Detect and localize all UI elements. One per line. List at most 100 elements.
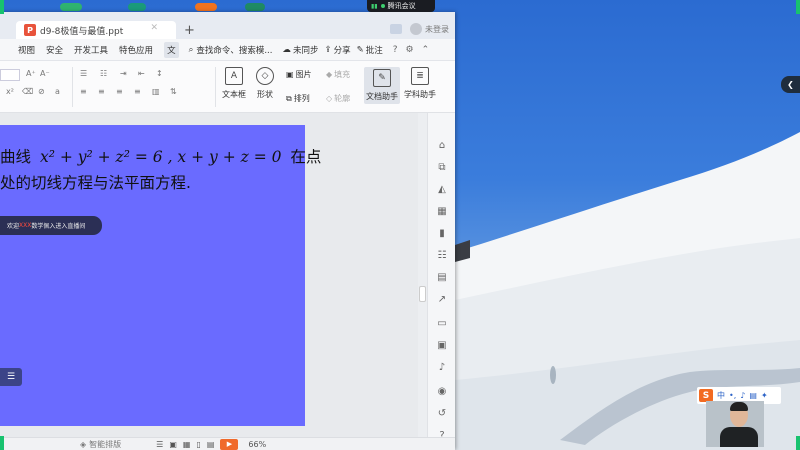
slide-canvas[interactable]: 曲线 x² + y² + z² = 6 , x + y + z = 0 在点 处…	[0, 125, 321, 426]
outline-label: 轮廓	[334, 94, 351, 103]
textbox-icon: A	[225, 67, 243, 85]
new-tab-button[interactable]: +	[184, 23, 195, 38]
page-badge-icon[interactable]	[390, 24, 402, 34]
indent-icon[interactable]: ⇥	[120, 69, 127, 78]
ime-mode[interactable]: 中	[717, 390, 725, 401]
effects-icon[interactable]: ⊘	[38, 87, 45, 96]
recording-dot-icon	[380, 4, 385, 8]
sorter-view-icon[interactable]: ▦	[183, 440, 191, 449]
document-tab[interactable]: P d9-8极值与最值.ppt ✕	[16, 21, 176, 39]
sliders-icon[interactable]: ☷	[436, 249, 448, 261]
align-right-icon[interactable]: ≡	[116, 87, 123, 96]
comment-label: 批注	[365, 45, 383, 56]
scrollbar-thumb[interactable]	[419, 286, 426, 302]
picture-panel-icon[interactable]: ▣	[436, 339, 448, 351]
menu-item-security[interactable]: 安全	[46, 44, 63, 56]
textbox-button[interactable]: A 文本框	[222, 67, 246, 100]
fill-button[interactable]: ◆ 填充	[326, 69, 350, 80]
outline-button[interactable]: ◇ 轮廓	[326, 93, 350, 104]
picture-button[interactable]: ▣ 图片	[286, 69, 312, 80]
align-center-icon[interactable]: ≡	[98, 87, 105, 96]
numbered-list-icon[interactable]: ☷	[100, 69, 107, 78]
ribbon-divider	[72, 67, 73, 107]
vertical-scrollbar[interactable]	[418, 113, 427, 450]
audio-icon[interactable]: ♪	[436, 361, 448, 373]
slide-line1-suffix: 在点	[290, 148, 322, 166]
copy-icon[interactable]: ⧉	[436, 161, 448, 173]
skin-icon[interactable]: ✦	[761, 391, 768, 400]
comment-button[interactable]: ✎ 批注	[357, 44, 383, 56]
collapse-ribbon-icon[interactable]: ⌃	[422, 45, 430, 55]
help-icon[interactable]: ?	[393, 45, 398, 55]
columns-icon[interactable]: ▥	[152, 87, 160, 96]
avatar	[410, 23, 422, 35]
taskbar-icon[interactable]	[195, 3, 217, 11]
cloud-icon: ☁	[282, 44, 291, 55]
font-size-field[interactable]	[0, 69, 20, 81]
share-icon: ⇪	[324, 44, 332, 55]
subject-assistant-button[interactable]: ≣ 学科助手	[404, 67, 436, 100]
line-spacing-icon[interactable]: ↕	[156, 69, 163, 78]
microphone-icon[interactable]: ♪	[740, 391, 745, 400]
animation-icon[interactable]: ◉	[436, 385, 448, 397]
menu-item-partial[interactable]: 文	[164, 41, 179, 58]
tab-close-icon[interactable]: ✕	[150, 23, 158, 33]
comment-icon: ✎	[356, 44, 364, 55]
shape-label: 形状	[257, 90, 273, 99]
keyboard-icon[interactable]: ▤	[749, 391, 757, 400]
live-welcome-name: XXX	[19, 222, 32, 229]
history-icon[interactable]: ↺	[436, 407, 448, 419]
smart-layout-button[interactable]: ◈ 智能排版	[80, 439, 121, 450]
share-button[interactable]: ⇪ 分享	[324, 44, 350, 56]
panel-collapse-button[interactable]: ❮	[781, 76, 800, 93]
font-grow-icon[interactable]: A⁺	[26, 69, 36, 78]
menu-item-developer[interactable]: 开发工具	[74, 44, 108, 56]
subject-assistant-icon: ≣	[411, 67, 429, 85]
justify-icon[interactable]: ≡	[134, 87, 141, 96]
play-slideshow-button[interactable]: ▶	[220, 438, 239, 450]
shape-button[interactable]: ◇ 形状	[256, 67, 274, 100]
bullet-list-icon[interactable]: ☰	[80, 69, 87, 78]
text-format-icon[interactable]: x²	[6, 87, 14, 96]
doc-assistant-button[interactable]: ✎ 文档助手	[364, 67, 400, 104]
notes-icon[interactable]: ☰	[156, 440, 163, 449]
settings-icon[interactable]: ⚙	[406, 45, 414, 55]
text-direction-icon[interactable]: ⇅	[170, 87, 177, 96]
status-bar: ◈ 智能排版 ☰ ▣ ▦ ▯ ▤ ▶ 66%	[0, 437, 455, 450]
fill-bucket-icon[interactable]: ◭	[436, 183, 448, 195]
taskbar-icon[interactable]	[245, 3, 265, 11]
clear-format-icon[interactable]: ⌫	[22, 87, 33, 96]
zoom-level[interactable]: 66%	[248, 440, 266, 449]
ribbon-toolbar: A⁺ A⁻ x² ⌫ ⊘ a ☰ ☷ ⇥ ⇤ ↕ ≡ ≡ ≡ ≡ ▥ ⇅ A 文…	[0, 61, 455, 113]
taskbar-icon[interactable]	[60, 3, 82, 11]
smart-layout-label: 智能排版	[89, 439, 122, 449]
taskbar-icon[interactable]	[128, 3, 146, 11]
user-login-chip[interactable]: 未登录	[410, 23, 449, 35]
outline-menu-icon[interactable]: ☰	[0, 368, 22, 386]
align-left-icon[interactable]: ≡	[80, 87, 87, 96]
normal-view-icon[interactable]: ▣	[169, 440, 177, 449]
reading-view-icon[interactable]: ▯	[196, 440, 200, 449]
menu-icon-group: ? ⚙ ⌃	[393, 45, 429, 55]
font-shrink-icon[interactable]: A⁻	[40, 69, 50, 78]
menu-item-features[interactable]: 特色应用	[119, 44, 153, 56]
punctuation-icon[interactable]: •,	[729, 391, 736, 400]
menu-item-view[interactable]: 视图	[18, 44, 35, 56]
layers-icon[interactable]: ▭	[436, 317, 448, 329]
sync-button[interactable]: ☁ 未同步	[282, 44, 318, 56]
meeting-status-badge[interactable]: ▮▮ 腾讯会议	[367, 0, 435, 12]
chart-icon[interactable]: ▮	[436, 227, 448, 239]
webcam-preview	[706, 401, 764, 447]
export-icon[interactable]: ↗	[436, 293, 448, 305]
slide-line-2: 处的切线方程与法平面方程.	[0, 174, 191, 192]
font-color-icon[interactable]: a	[55, 87, 60, 96]
outdent-icon[interactable]: ⇤	[138, 69, 145, 78]
pointer-icon[interactable]: ⌂	[436, 139, 448, 151]
fill-icon: ◆	[326, 70, 333, 79]
signal-icon: ▮▮	[371, 2, 378, 10]
grid-icon[interactable]: ▦	[436, 205, 448, 217]
image-edit-icon[interactable]: ▤	[436, 271, 448, 283]
command-search[interactable]: ⌕ 查找命令、搜索模...	[189, 44, 273, 56]
grid-view-icon[interactable]: ▤	[207, 440, 215, 449]
arrange-button[interactable]: ⧉ 排列	[286, 93, 310, 104]
